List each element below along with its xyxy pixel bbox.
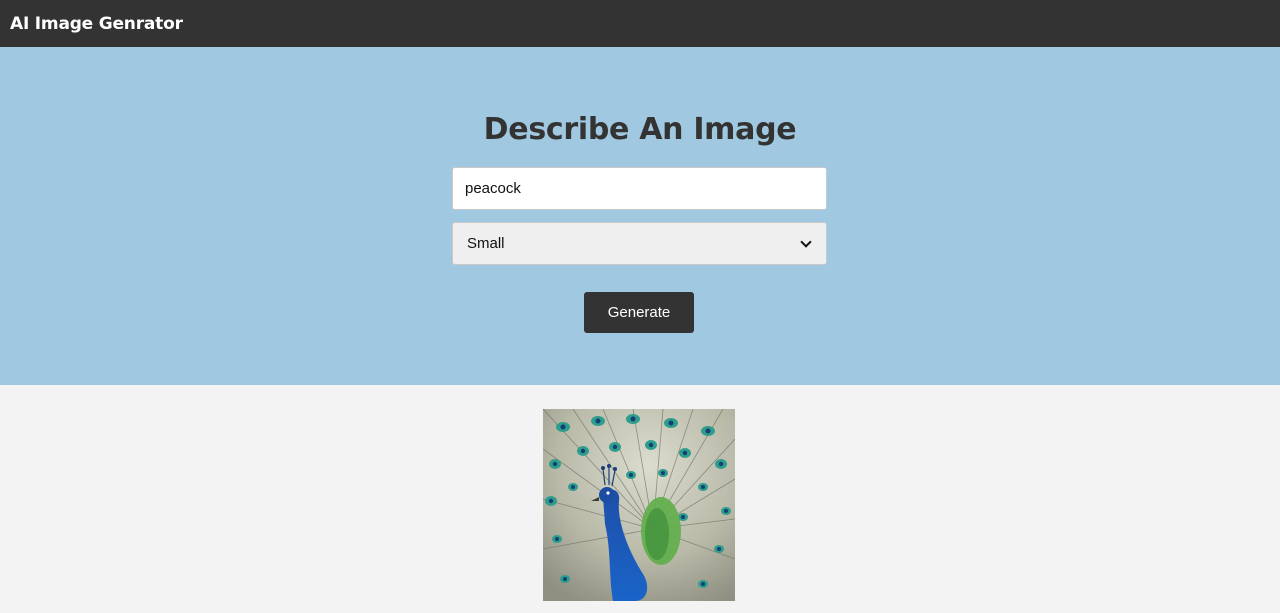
size-select-value: Small xyxy=(467,235,505,252)
generate-button[interactable]: Generate xyxy=(584,292,694,333)
chevron-down-icon xyxy=(800,235,812,248)
hero-section: Describe An Image Small Generate xyxy=(0,47,1280,385)
prompt-input[interactable] xyxy=(452,167,827,210)
generated-image[interactable] xyxy=(543,409,735,601)
size-select[interactable]: Small xyxy=(452,222,827,265)
navbar: AI Image Genrator xyxy=(0,0,1280,47)
app-logo[interactable]: AI Image Genrator xyxy=(10,14,183,34)
peacock-image xyxy=(543,409,735,601)
page-title: Describe An Image xyxy=(483,112,797,147)
